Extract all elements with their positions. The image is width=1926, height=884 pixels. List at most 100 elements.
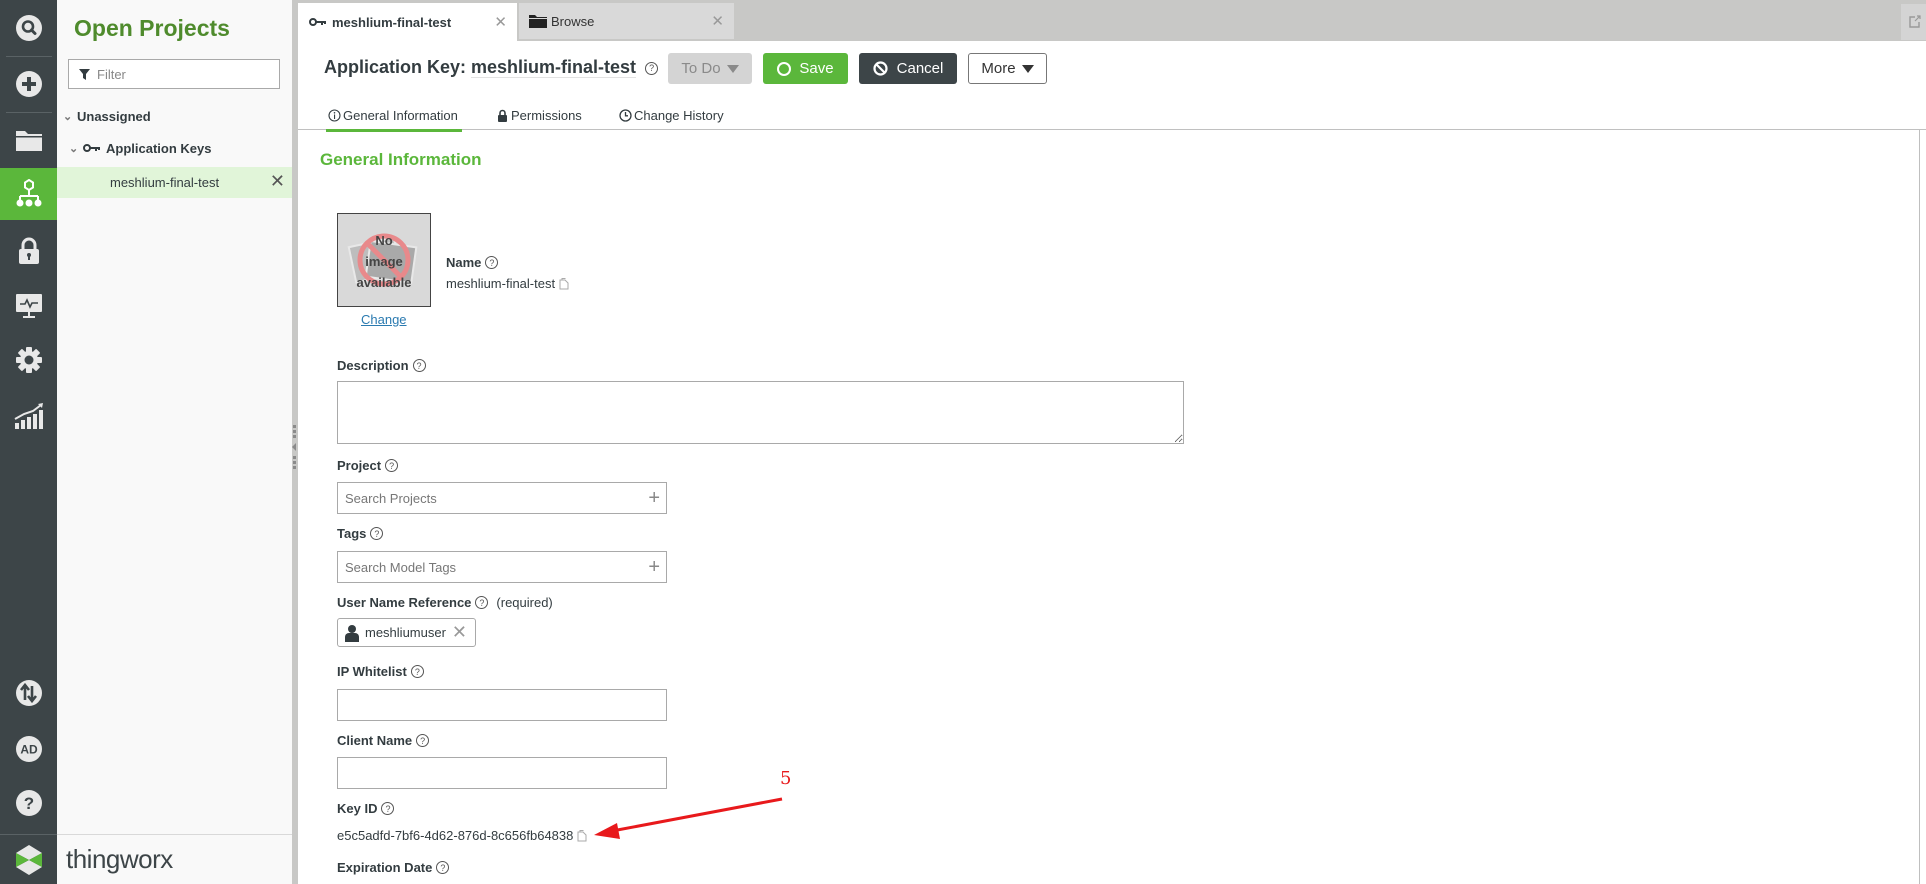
close-icon[interactable]: ✕	[270, 171, 285, 192]
rail-new-button[interactable]	[0, 58, 57, 110]
more-label: More	[981, 60, 1016, 77]
panel-splitter[interactable]	[292, 0, 298, 884]
help-icon[interactable]: ?	[475, 596, 489, 609]
open-projects-title: Open Projects	[74, 15, 230, 41]
navigation-rail: AD ?	[0, 0, 57, 884]
import-export-icon	[15, 680, 42, 706]
help-icon[interactable]: ?	[410, 665, 424, 678]
tree-item-meshlium-final-test[interactable]: meshlium-final-test ✕	[57, 167, 292, 198]
project-search-field[interactable]: +	[337, 482, 667, 514]
copy-icon[interactable]	[577, 829, 587, 842]
editor-tab-strip: meshlium-final-test ✕ Browse ✕	[298, 0, 1926, 41]
add-icon[interactable]: +	[648, 487, 660, 510]
section-tabs: General Information Permissions Change H…	[298, 94, 1926, 132]
avatar-initials: AD	[20, 743, 38, 757]
section-title: General Information	[320, 150, 482, 169]
clock-icon	[619, 108, 632, 122]
project-search-input[interactable]	[338, 490, 628, 506]
rail-analytics-button[interactable]	[0, 390, 57, 442]
cancel-label: Cancel	[896, 60, 944, 77]
help-icon[interactable]: ?	[645, 61, 659, 75]
chevron-down-icon: ⌄	[69, 142, 79, 155]
save-circle-icon	[777, 61, 792, 76]
lock-icon	[498, 109, 507, 122]
no-image-text: No image available	[356, 233, 412, 290]
close-tab-icon[interactable]: ✕	[711, 12, 724, 30]
rail-search-button[interactable]	[0, 2, 57, 54]
rail-help-button[interactable]: ?	[0, 777, 57, 829]
popout-button[interactable]	[1901, 4, 1926, 40]
save-button[interactable]: Save	[763, 53, 848, 84]
key-icon	[309, 18, 326, 26]
key-icon	[83, 144, 100, 152]
rail-browse-button[interactable]	[0, 114, 57, 166]
caret-down-icon	[726, 64, 739, 73]
help-icon[interactable]: ?	[370, 527, 384, 540]
brand-name: thingworx	[66, 844, 173, 874]
project-filter[interactable]	[68, 59, 280, 89]
help-icon[interactable]: ?	[436, 861, 450, 874]
name-label: Name?	[446, 255, 499, 270]
ip-whitelist-label: IP Whitelist?	[337, 664, 424, 679]
close-tab-icon[interactable]: ✕	[494, 13, 507, 31]
rail-monitoring-button[interactable]	[0, 280, 57, 332]
add-icon[interactable]: +	[648, 556, 660, 579]
tags-search-field[interactable]: +	[337, 551, 667, 583]
ip-whitelist-input[interactable]	[338, 697, 628, 713]
analytics-chart-icon	[14, 403, 43, 429]
change-image-link[interactable]: Change	[361, 312, 407, 327]
monitor-pulse-icon	[15, 294, 42, 318]
subtab-permissions[interactable]: Permissions	[497, 101, 582, 129]
tree-group-unassigned[interactable]: ⌄ Unassigned	[57, 101, 292, 131]
brand-footer: thingworx	[57, 834, 292, 884]
help-icon[interactable]: ?	[381, 802, 395, 815]
caret-down-icon	[1021, 64, 1034, 73]
tree-category-application-keys[interactable]: ⌄ Application Keys	[57, 133, 292, 163]
rail-security-button[interactable]	[0, 225, 57, 277]
page-title: Application Key: meshlium-final-test ?	[324, 57, 659, 78]
description-textarea[interactable]	[337, 381, 1184, 444]
tree-category-label: Application Keys	[106, 140, 212, 156]
tab-browse[interactable]: Browse ✕	[519, 3, 734, 39]
user-reference-chip[interactable]: meshliumuser ✕	[337, 618, 476, 647]
project-label: Project?	[337, 458, 399, 473]
remove-user-icon[interactable]: ✕	[452, 622, 467, 643]
subtab-label: Permissions	[511, 107, 582, 123]
rail-projects-button[interactable]	[0, 168, 57, 220]
client-name-field[interactable]	[337, 757, 667, 789]
project-filter-input[interactable]	[97, 66, 267, 82]
open-projects-panel: Open Projects ⌄ Unassigned ⌄ Application…	[57, 0, 292, 884]
help-icon[interactable]: ?	[416, 734, 430, 747]
tab-meshlium-final-test[interactable]: meshlium-final-test ✕	[298, 3, 517, 41]
required-note: (required)	[496, 595, 553, 610]
project-hierarchy-icon	[16, 179, 41, 207]
help-icon[interactable]: ?	[385, 459, 399, 472]
collapse-arrow-icon[interactable]	[292, 443, 296, 451]
rail-user-button[interactable]: AD	[0, 723, 57, 775]
entity-name[interactable]: meshlium-final-test	[471, 57, 637, 78]
subtab-label: Change History	[634, 107, 724, 123]
status-dropdown[interactable]: To Do	[668, 53, 752, 84]
client-name-input[interactable]	[338, 765, 628, 781]
subtab-change-history[interactable]: Change History	[619, 101, 724, 129]
rail-settings-button[interactable]	[0, 334, 57, 386]
tags-search-input[interactable]	[338, 559, 628, 575]
more-dropdown[interactable]: More	[968, 53, 1047, 84]
plus-circle-icon	[15, 71, 42, 97]
cancel-icon	[873, 61, 888, 76]
copy-icon[interactable]	[559, 277, 569, 290]
name-value: meshlium-final-test	[446, 276, 569, 291]
ip-whitelist-field[interactable]	[337, 689, 667, 721]
chevron-down-icon: ⌄	[63, 110, 73, 123]
help-icon: ?	[15, 790, 42, 816]
help-icon[interactable]: ?	[412, 359, 426, 372]
search-icon	[15, 15, 42, 41]
cancel-button[interactable]: Cancel	[859, 53, 957, 84]
tree-group-label: Unassigned	[77, 108, 151, 124]
subtab-general-information[interactable]: General Information	[326, 101, 462, 132]
status-label: To Do	[681, 60, 721, 77]
rail-import-export-button[interactable]	[0, 667, 57, 719]
help-icon[interactable]: ?	[485, 256, 499, 269]
content-scrollbar[interactable]	[1919, 130, 1920, 884]
entity-image-placeholder: No image available	[337, 213, 431, 307]
